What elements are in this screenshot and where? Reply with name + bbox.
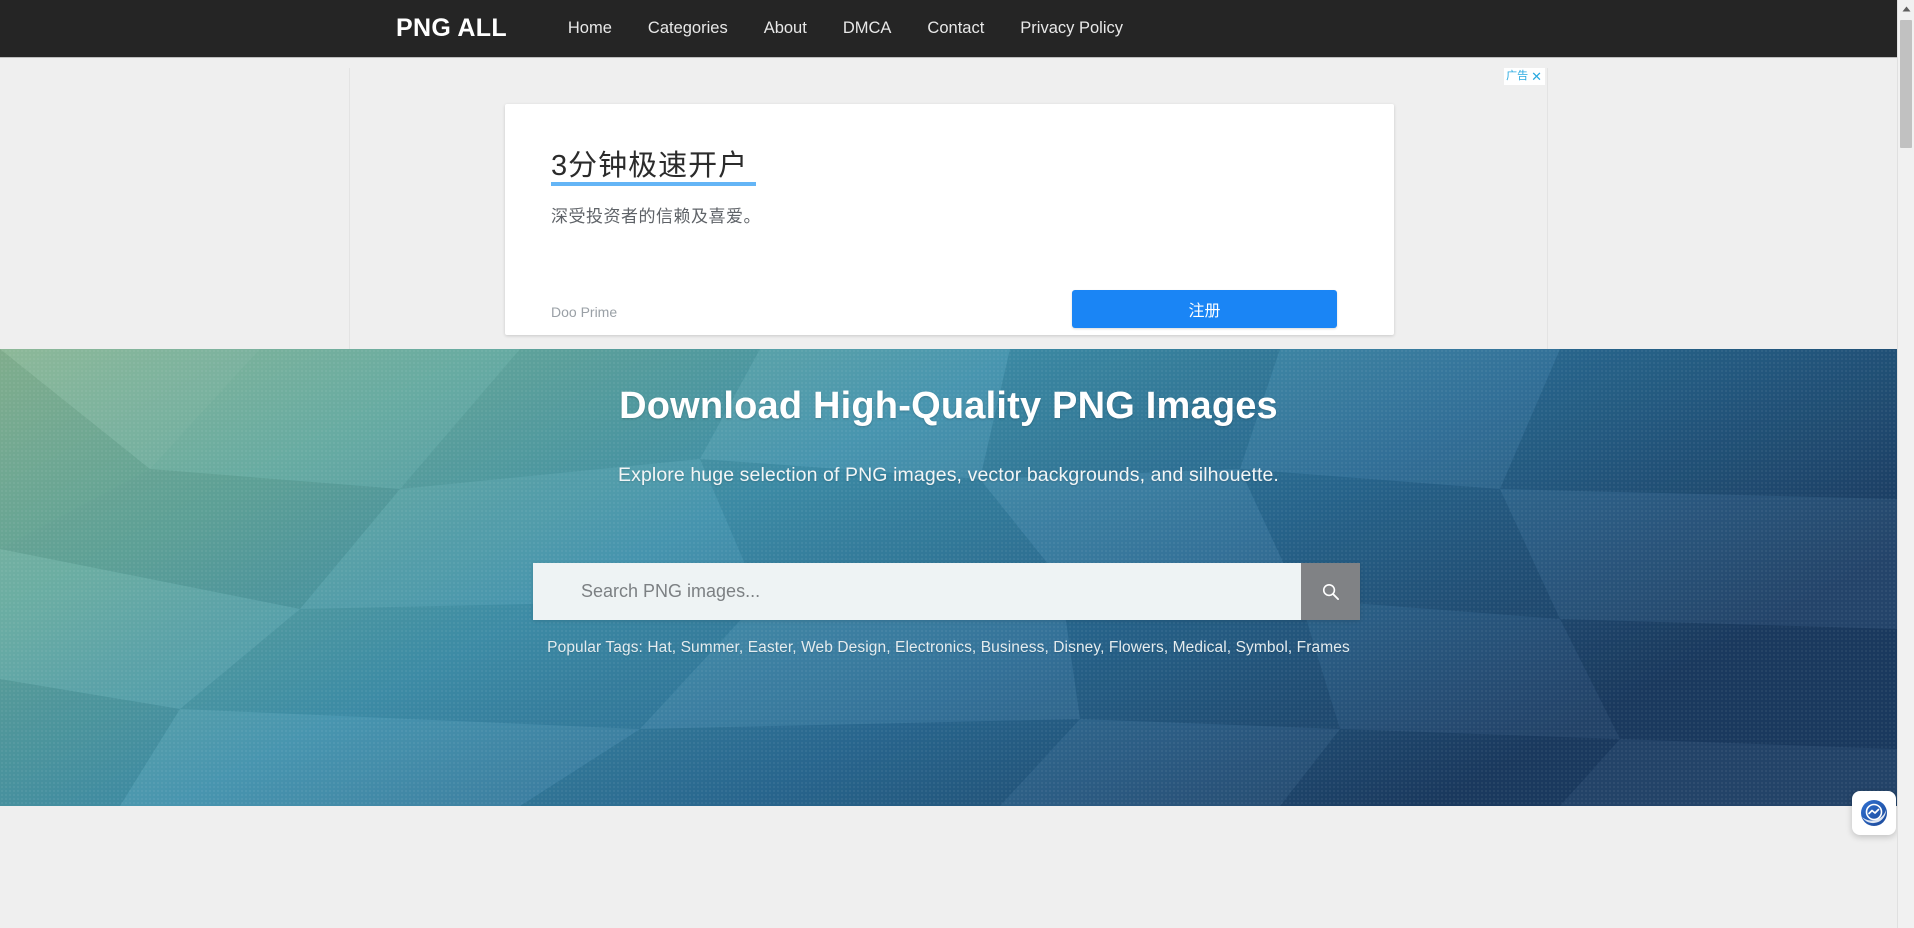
page-viewport: PNG ALL Home Categories About DMCA Conta… bbox=[0, 0, 1897, 928]
site-logo-pngall[interactable]: PNG ALL bbox=[396, 14, 507, 43]
nav-link-privacy-policy[interactable]: Privacy Policy bbox=[1002, 9, 1141, 48]
search-submit-button[interactable] bbox=[1301, 563, 1360, 620]
nav-item-contact: Contact bbox=[909, 9, 1002, 48]
nav-link-contact[interactable]: Contact bbox=[909, 9, 1002, 48]
scrollbar-up-arrow[interactable] bbox=[1898, 0, 1914, 17]
advertisement-card[interactable]: 3分钟极速开户 深受投资者的信赖及喜爱。 Doo Prime 注册 bbox=[505, 104, 1394, 335]
hero-title: Download High-Quality PNG Images bbox=[0, 385, 1897, 428]
browser-scrollbar[interactable] bbox=[1897, 0, 1914, 928]
nav-link-dmca[interactable]: DMCA bbox=[825, 9, 910, 48]
nav-item-privacy-policy: Privacy Policy bbox=[1002, 9, 1141, 48]
nav-link-categories[interactable]: Categories bbox=[630, 9, 746, 48]
scrollbar-thumb[interactable] bbox=[1900, 20, 1912, 148]
popular-tags-line[interactable]: Popular Tags: Hat, Summer, Easter, Web D… bbox=[0, 639, 1897, 657]
advertisement-iframe: 广告 ✕ 3分钟极速开户 深受投资者的信赖及喜爱。 Doo Prime 注册 bbox=[349, 68, 1548, 349]
floating-widget-button[interactable] bbox=[1852, 791, 1896, 835]
ad-headline-text: 3分钟极速开户 bbox=[551, 142, 748, 184]
hero-content: Download High-Quality PNG Images Explore… bbox=[0, 349, 1897, 806]
ad-choices-control[interactable]: 广告 ✕ bbox=[1504, 68, 1545, 85]
chevron-up-icon bbox=[1902, 6, 1911, 12]
nav-link-home[interactable]: Home bbox=[550, 9, 630, 48]
hero-section: Download High-Quality PNG Images Explore… bbox=[0, 349, 1897, 806]
navigation-inner: PNG ALL Home Categories About DMCA Conta… bbox=[396, 9, 1141, 48]
ad-register-button[interactable]: 注册 bbox=[1072, 290, 1337, 328]
blue-circle-badge-icon bbox=[1860, 799, 1888, 827]
search-form bbox=[533, 563, 1360, 620]
nav-links-list: Home Categories About DMCA Contact Priva… bbox=[550, 9, 1141, 48]
nav-item-home: Home bbox=[550, 9, 630, 48]
search-icon bbox=[1321, 582, 1340, 601]
ad-description-text: 深受投资者的信赖及喜爱。 bbox=[551, 202, 761, 227]
ad-headline-underline bbox=[551, 182, 756, 186]
close-icon[interactable]: ✕ bbox=[1530, 69, 1545, 84]
page-body-below-hero bbox=[0, 806, 1897, 928]
nav-item-categories: Categories bbox=[630, 9, 746, 48]
nav-link-about[interactable]: About bbox=[746, 9, 825, 48]
ad-advertiser-name: Doo Prime bbox=[551, 304, 617, 320]
advertisement-band: 广告 ✕ 3分钟极速开户 深受投资者的信赖及喜爱。 Doo Prime 注册 bbox=[0, 58, 1897, 349]
top-navigation-bar: PNG ALL Home Categories About DMCA Conta… bbox=[0, 0, 1897, 58]
nav-item-dmca: DMCA bbox=[825, 9, 910, 48]
ad-label-text: 广告 bbox=[1504, 68, 1530, 85]
search-input[interactable] bbox=[533, 563, 1301, 620]
hero-subtitle: Explore huge selection of PNG images, ve… bbox=[0, 464, 1897, 487]
nav-item-about: About bbox=[746, 9, 825, 48]
